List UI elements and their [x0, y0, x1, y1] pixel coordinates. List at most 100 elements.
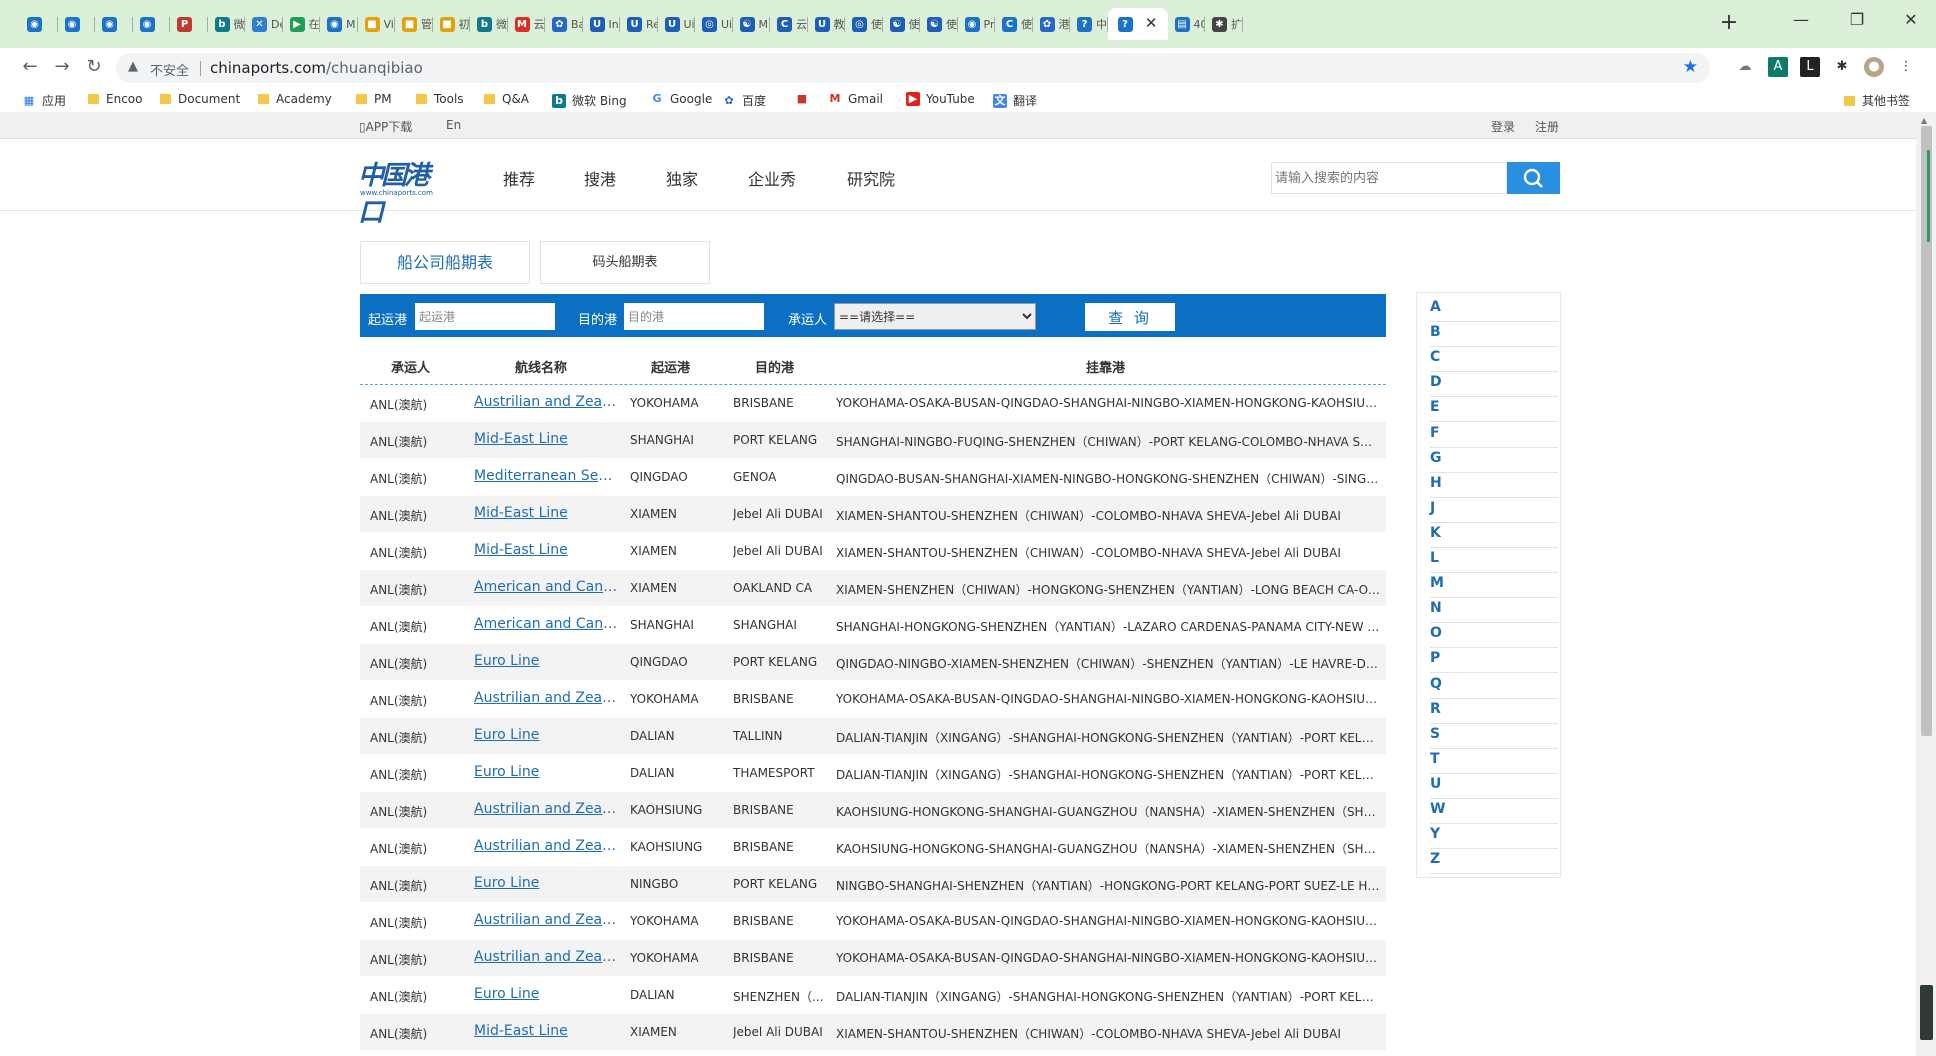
letter-index-item[interactable]: Z [1430, 849, 1558, 875]
bookmark-item[interactable]: Academy [258, 92, 332, 106]
bookmark-item[interactable]: Q&A [484, 92, 529, 106]
tab-terminal-schedule[interactable]: 码头船期表 [540, 241, 710, 284]
route-link[interactable]: American and Canada Line [474, 579, 619, 595]
nav-exclusive[interactable]: 独家 [666, 166, 698, 190]
tab-item[interactable]: ✿ Ba [545, 8, 583, 40]
tab-item[interactable]: ■ 管 [395, 8, 433, 40]
close-tab-icon[interactable]: ✕ [1145, 14, 1158, 32]
floating-widget[interactable] [1920, 985, 1933, 1040]
bookmark-star-icon[interactable]: ★ [1683, 57, 1698, 77]
letter-index-item[interactable]: W [1430, 799, 1558, 824]
tab-item[interactable]: ◎ Ui [695, 8, 733, 40]
nav-enterprise[interactable]: 企业秀 [748, 166, 796, 190]
route-link[interactable]: Mediterranean Sea Line [474, 468, 619, 484]
letter-index-item[interactable]: Q [1430, 674, 1558, 699]
route-link[interactable]: Mid-East Line [474, 1023, 619, 1039]
letter-index-item[interactable]: E [1430, 397, 1558, 423]
route-link[interactable]: Mid-East Line [474, 542, 619, 558]
letter-index-item[interactable]: Y [1430, 824, 1558, 850]
letter-index-item[interactable]: R [1430, 699, 1558, 724]
forward-icon[interactable]: → [50, 56, 74, 77]
letter-index-item[interactable]: H [1430, 473, 1558, 498]
nav-research[interactable]: 研究院 [847, 166, 895, 190]
app-download-link[interactable]: ▯APP下载 [359, 118, 412, 135]
route-link[interactable]: Euro Line [474, 653, 619, 669]
tab-item[interactable]: ☯ 使 [920, 8, 958, 40]
bookmark-item[interactable]: ■ [795, 92, 815, 106]
bookmark-item[interactable]: ✿ 百度 [722, 92, 766, 109]
route-link[interactable]: Euro Line [474, 986, 619, 1002]
bookmark-item[interactable]: Document [160, 92, 240, 106]
tab-carrier-schedule[interactable]: 船公司船期表 [360, 241, 530, 284]
route-link[interactable]: Austrilian and Zealand Line [474, 690, 619, 706]
letter-index-item[interactable]: F [1430, 423, 1558, 448]
bookmark-item[interactable]: ▶ YouTube [906, 92, 975, 106]
address-bar[interactable]: ▲ 不安全 chinaports.com/chuanqibiao ★ [116, 53, 1710, 83]
tab-item[interactable]: M云 [508, 8, 546, 40]
letter-index-item[interactable]: A [1430, 297, 1558, 322]
letter-index-item[interactable]: P [1430, 648, 1558, 674]
letter-index-item[interactable]: C [1430, 347, 1558, 373]
route-link[interactable]: Austrilian and Zealand Line [474, 912, 619, 928]
letter-index-item[interactable]: J [1430, 498, 1558, 523]
search-button[interactable] [1507, 162, 1560, 194]
register-link[interactable]: 注册 [1535, 118, 1559, 135]
letter-index-item[interactable]: G [1430, 448, 1558, 473]
route-link[interactable]: Euro Line [474, 764, 619, 780]
route-link[interactable]: Austrilian and Zealand Line [474, 801, 619, 817]
tab-item[interactable]: b微 [208, 8, 246, 40]
site-logo[interactable]: 中国港口 www.chinaports.com [358, 151, 440, 228]
letter-index-item[interactable]: O [1430, 623, 1558, 649]
tab-item[interactable]: U Re [620, 8, 658, 40]
tab-item[interactable]: ? 中 [1070, 8, 1108, 40]
dark-extension-icon[interactable]: L [1800, 57, 1820, 77]
origin-port-input[interactable] [415, 303, 555, 330]
tab-item[interactable]: ✕ De [245, 8, 283, 40]
tab-item[interactable]: ▤ 40 [1168, 8, 1205, 40]
tab-item[interactable]: ✱ 扩 [1205, 8, 1243, 40]
route-link[interactable]: American and Canada Line [474, 616, 619, 632]
letter-index-item[interactable]: U [1430, 774, 1558, 799]
tab-item[interactable]: ◎ 使 [845, 8, 883, 40]
url-text[interactable]: chinaports.com/chuanqibiao [210, 59, 423, 77]
menu-kebab-icon[interactable]: ⋮ [1896, 57, 1916, 77]
query-button[interactable]: 查 询 [1085, 303, 1175, 331]
route-link[interactable]: Euro Line [474, 875, 619, 891]
nav-recommend[interactable]: 推荐 [503, 166, 535, 190]
route-link[interactable]: Austrilian and Zealand Line [474, 838, 619, 854]
scroll-up-arrow[interactable]: ▲ [1921, 116, 1927, 125]
tab-item[interactable]: ◉ [133, 8, 171, 40]
letter-index-item[interactable]: B [1430, 322, 1558, 348]
letter-index-item[interactable]: L [1430, 548, 1558, 573]
tab-item[interactable]: UIns [583, 8, 620, 40]
route-link[interactable]: Mid-East Line [474, 431, 619, 447]
route-link[interactable]: Austrilian and Zealand Line [474, 949, 619, 965]
route-link[interactable]: Austrilian and Zealand Line [474, 394, 619, 410]
route-link[interactable]: Euro Line [474, 727, 619, 743]
letter-index-item[interactable]: N [1430, 598, 1558, 624]
puzzle-extensions-icon[interactable]: ✱ [1832, 57, 1852, 77]
reload-icon[interactable]: ↻ [82, 56, 106, 77]
login-link[interactable]: 登录 [1491, 118, 1515, 135]
tab-item[interactable]: ■ Vi [358, 8, 396, 40]
tab-active[interactable]: ? ✕ [1107, 8, 1168, 40]
bookmark-item[interactable]: 文翻译 [993, 92, 1037, 109]
tab-item[interactable]: ◉ M [320, 8, 358, 40]
warning-icon[interactable]: ▲ [128, 59, 138, 74]
tab-item[interactable]: ✿ 港 [1033, 8, 1071, 40]
letter-index-item[interactable]: K [1430, 523, 1558, 548]
bookmark-item[interactable]: Tools [416, 92, 464, 106]
tab-item[interactable]: U Ui [658, 8, 696, 40]
nav-search-port[interactable]: 搜港 [584, 166, 616, 190]
close-window-button[interactable]: ✕ [1896, 10, 1926, 29]
new-tab-button[interactable]: + [1716, 10, 1742, 35]
tab-item[interactable]: ■ 初 [433, 8, 471, 40]
lang-en-link[interactable]: En [446, 118, 461, 132]
bookmark-item[interactable]: M Gmail [828, 92, 884, 106]
dest-port-input[interactable] [624, 303, 764, 330]
bookmark-item[interactable]: b 微软 Bing [552, 92, 627, 109]
restore-button[interactable]: ❐ [1842, 10, 1872, 29]
tab-item[interactable]: C使 [995, 8, 1033, 40]
tab-item[interactable]: P [170, 8, 208, 40]
letter-index-item[interactable]: D [1430, 372, 1558, 398]
